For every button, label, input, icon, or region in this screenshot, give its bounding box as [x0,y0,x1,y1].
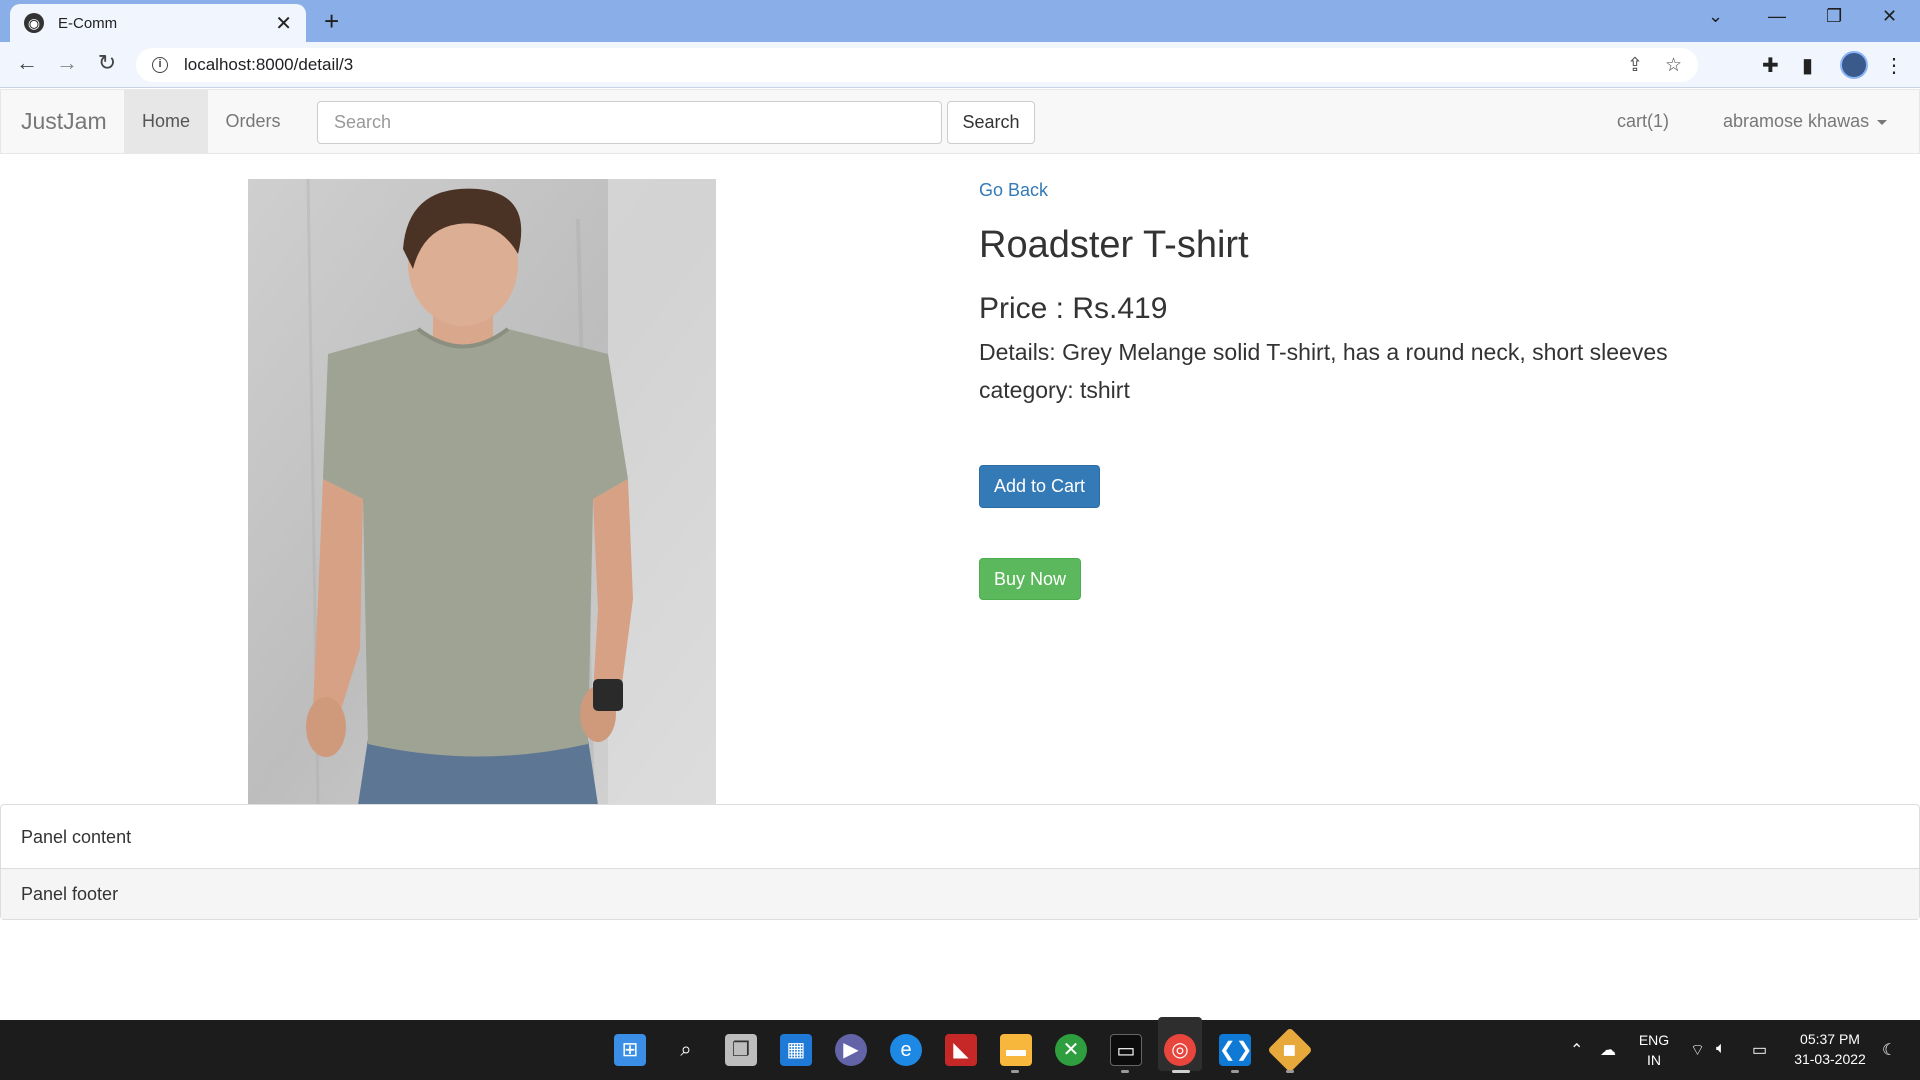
close-tab-icon[interactable]: ✕ [275,11,292,36]
nav-cart[interactable]: cart(1) [1617,90,1669,153]
panel: Panel content Panel footer [0,804,1920,920]
running-indicator [1286,1070,1294,1073]
terminal-icon[interactable]: ▭ [1110,1034,1142,1066]
search-input[interactable] [317,101,942,144]
caret-down-icon [1877,119,1888,125]
edge-icon[interactable]: e [890,1034,922,1066]
search-icon[interactable]: ⌕ [670,1034,702,1066]
add-to-cart-button[interactable]: Add to Cart [979,465,1100,508]
clock-date[interactable]: 31-03-2022 [1786,1051,1874,1067]
menu-kebab-icon[interactable]: ⋮ [1884,53,1904,78]
reload-icon[interactable]: ↻ [92,50,122,76]
task-view-icon[interactable]: ❐ [725,1034,757,1066]
xbox-icon[interactable]: ✕ [1055,1034,1087,1066]
minimize-icon[interactable]: — [1768,6,1786,27]
volume-icon[interactable]: 🔈︎ [1716,1040,1726,1058]
search-button[interactable]: Search [947,101,1035,144]
tab-title: E-Comm [58,14,118,32]
battery-icon[interactable]: ▭ [1752,1040,1767,1060]
buy-now-button[interactable]: Buy Now [979,558,1081,600]
side-panel-icon[interactable]: ▮ [1802,53,1813,78]
tab-search-icon[interactable]: ⌄ [1708,6,1723,27]
windows-start-icon[interactable]: ⊞ [614,1034,646,1066]
address-bar[interactable]: i localhost:8000/detail/3 ⇪ ☆ [136,48,1698,82]
panel-content: Panel content [1,805,1919,869]
wifi-icon[interactable]: ⌔ [1690,1040,1705,1060]
widgets-icon[interactable]: ▦ [780,1034,812,1066]
product-image [248,179,716,805]
product-price: Price : Rs.419 [979,292,1168,325]
chrome-icon[interactable]: ◎ [1164,1034,1196,1066]
bookmark-star-icon[interactable]: ☆ [1665,54,1682,77]
panel-footer: Panel footer [1,869,1919,919]
clock-time[interactable]: 05:37 PM [1786,1031,1874,1047]
red-app-icon[interactable]: ◣ [945,1034,977,1066]
onedrive-cloud-icon[interactable]: ☁ [1600,1040,1616,1060]
browser-tab[interactable]: ◉ E-Comm ✕ [10,4,306,42]
url-text[interactable]: localhost:8000/detail/3 [184,55,1605,75]
share-icon[interactable]: ⇪ [1627,54,1643,77]
file-explorer-icon[interactable]: ▬ [1000,1034,1032,1066]
user-dropdown[interactable]: abramose khawas [1723,90,1888,153]
focus-moon-icon[interactable]: ☾ [1882,1040,1896,1060]
product-category: category: tshirt [979,377,1130,403]
product-details: Details: Grey Melange solid T-shirt, has… [979,339,1668,365]
chevron-up-icon[interactable]: ⌃ [1570,1040,1583,1060]
profile-avatar[interactable] [1840,51,1868,79]
browser-toolbar: ← → ↻ i localhost:8000/detail/3 ⇪ ☆ ✚ ▮ … [0,42,1920,88]
window-close-icon[interactable]: ✕ [1882,6,1897,27]
nav-home[interactable]: Home [124,90,208,153]
browser-tabbar: ◉ E-Comm ✕ + ⌄ — ❐ ✕ [0,0,1920,42]
new-tab-icon[interactable]: + [324,6,339,37]
back-icon[interactable]: ← [12,50,42,76]
restore-icon[interactable]: ❐ [1826,6,1842,27]
forward-icon[interactable]: → [52,50,82,76]
running-indicator [1231,1070,1239,1073]
site-navbar: JustJam Home Orders Search cart(1) abram… [0,89,1920,154]
language-indicator[interactable]: ENG [1636,1032,1672,1048]
teams-chat-icon[interactable]: ▶ [835,1034,867,1066]
product-photo [248,179,716,805]
globe-icon: ◉ [24,13,44,33]
active-indicator [1172,1070,1190,1073]
go-back-link[interactable]: Go Back [979,180,1048,201]
nav-orders[interactable]: Orders [208,90,298,153]
vscode-icon[interactable]: ❮❯ [1219,1034,1253,1066]
extensions-icon[interactable]: ✚ [1762,53,1779,78]
region-indicator[interactable]: IN [1636,1052,1672,1068]
site-info-icon[interactable]: i [152,57,168,73]
user-name: abramose khawas [1723,111,1870,131]
product-name: Roadster T-shirt [979,224,1249,266]
running-indicator [1121,1070,1129,1073]
running-indicator [1011,1070,1019,1073]
brand-logo[interactable]: JustJam [21,90,107,153]
